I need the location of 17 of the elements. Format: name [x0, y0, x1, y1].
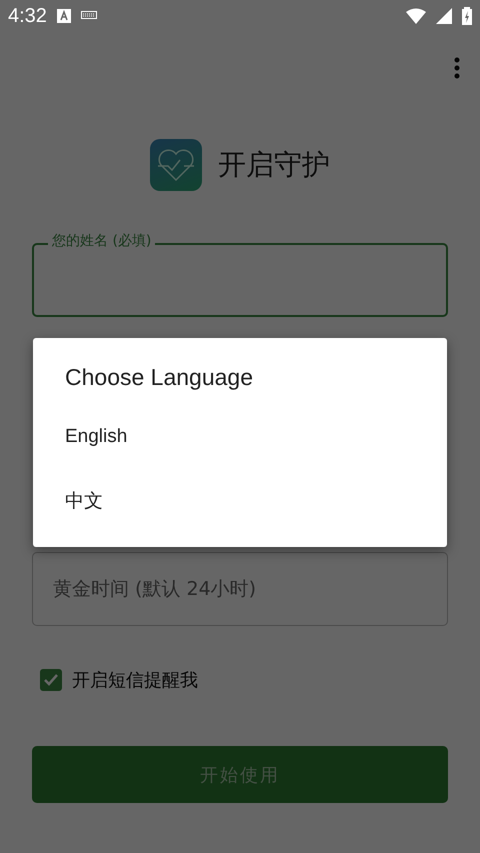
language-option[interactable]: 中文 — [65, 469, 415, 533]
status-time: 4:32 — [8, 4, 47, 28]
sms-checkbox-label: 开启短信提醒我 — [72, 669, 198, 692]
name-field-label: 您的姓名 (必填) — [48, 232, 156, 250]
wifi-icon — [406, 8, 426, 24]
app-logo-icon — [150, 139, 202, 191]
app-title: 开启守护 — [218, 147, 330, 183]
text-input-icon — [56, 9, 71, 23]
check-icon — [43, 672, 59, 688]
battery-icon — [462, 7, 472, 25]
dialog-title: Choose Language — [65, 364, 254, 391]
keyboard-icon — [80, 11, 97, 21]
signal-icon — [436, 8, 452, 24]
sms-checkbox[interactable] — [40, 669, 62, 691]
language-option[interactable]: English — [65, 405, 415, 469]
golden-time-input-field[interactable]: 黄金时间 (默认 24小时) — [32, 552, 448, 626]
more-menu-icon[interactable] — [454, 57, 460, 79]
